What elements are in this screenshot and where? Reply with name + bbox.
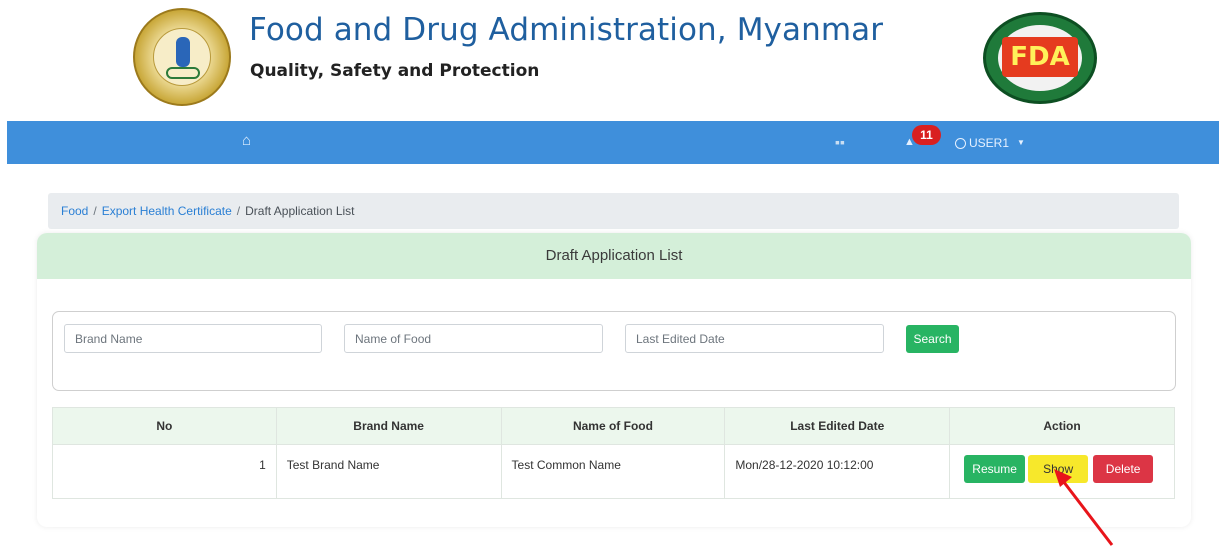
ministry-logo [133,8,231,106]
search-button[interactable]: Search [906,325,959,353]
site-subtitle: Quality, Safety and Protection [250,61,540,81]
user-circle-icon [955,137,966,149]
chevron-down-icon: ▼ [1017,138,1025,147]
top-navbar: ⌂ ▪▪ ▲ 11 USER1 ▼ [7,121,1219,164]
notification-badge[interactable]: 11 [912,125,941,145]
annotation-arrow-icon [1054,469,1114,546]
column-header-last-edited-date: Last Edited Date [724,407,951,445]
row-food-name: Test Common Name [500,444,726,499]
site-header: Food and Drug Administration, Myanmar Qu… [0,0,1219,121]
column-header-brand-name: Brand Name [275,407,502,445]
fda-logo-text: FDA [1002,37,1078,77]
last-edited-date-search-input[interactable] [625,324,884,353]
brand-name-search-input[interactable] [64,324,322,353]
card-title: Draft Application List [37,233,1191,279]
breadcrumb-current: Draft Application List [245,204,355,218]
row-last-edited-date: Mon/28-12-2020 10:12:00 [724,444,951,499]
user-menu[interactable]: USER1 ▼ [955,136,1025,150]
home-icon[interactable]: ⌂ [242,133,258,148]
book-icon[interactable]: ▪▪ [835,135,851,149]
breadcrumb: Food / Export Health Certificate / Draft App… [48,193,1179,229]
column-header-action: Action [949,407,1175,445]
column-header-no: No [52,407,277,445]
site-title: Food and Drug Administration, Myanmar [249,12,884,48]
draft-application-table: No Brand Name Name of Food Last Edited D… [52,407,1175,499]
row-number: 1 [52,444,277,499]
user-name: USER1 [969,136,1010,150]
table-header-row: No Brand Name Name of Food Last Edited D… [52,407,1175,445]
column-header-name-of-food: Name of Food [500,407,726,445]
table-row: 1 Test Brand Name Test Common Name Mon/2… [52,444,1175,499]
fda-logo: FDA [983,12,1097,104]
breadcrumb-food[interactable]: Food [61,204,88,218]
food-name-search-input[interactable] [344,324,603,353]
breadcrumb-export-health-certificate[interactable]: Export Health Certificate [102,204,232,218]
resume-button[interactable]: Resume [964,455,1026,483]
row-brand-name: Test Brand Name [275,444,502,499]
